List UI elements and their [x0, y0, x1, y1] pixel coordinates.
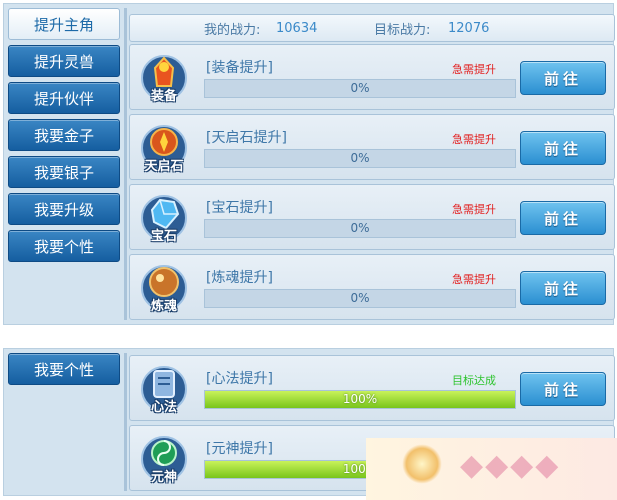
mind-method-icon-label: 心法	[150, 400, 177, 415]
upgrade-row-mind-method: 心法 [心法提升] 目标达成 100% 前往	[129, 355, 615, 421]
my-power-value: 10634	[276, 20, 318, 36]
progress-bar: 0%	[204, 149, 516, 168]
soul-refine-icon: 炼魂	[140, 260, 188, 314]
upgrade-row-soul-refine: 炼魂 [炼魂提升] 急需提升 0% 前往	[129, 254, 615, 320]
watermark-logo: ◆◆◆◆	[460, 448, 561, 483]
progress-bar: 0%	[204, 289, 516, 308]
combat-power-bar: 我的战力: 10634 目标战力: 12076	[129, 14, 615, 42]
watermark-glow	[402, 444, 442, 484]
tianqi-stone-icon-label: 天启石	[144, 159, 184, 174]
progress-text: 0%	[350, 291, 370, 305]
sidebar-item-level-up[interactable]: 我要升级	[8, 193, 120, 225]
status-badge: 急需提升	[452, 133, 496, 146]
progress-bar: 100%	[204, 390, 516, 409]
upgrade-row-tianqi-stone: 天启石 [天启石提升] 急需提升 0% 前往	[129, 114, 615, 180]
go-button[interactable]: 前往	[520, 372, 606, 406]
progress-text: 100%	[342, 392, 378, 406]
panel-divider	[124, 353, 127, 491]
row-title: [宝石提升]	[206, 200, 273, 216]
mind-method-icon: 心法	[140, 361, 188, 415]
row-title: [装备提升]	[206, 60, 273, 76]
my-power-label: 我的战力:	[204, 22, 261, 38]
gem-icon: 宝石	[140, 190, 188, 244]
go-button[interactable]: 前往	[520, 61, 606, 95]
primal-spirit-icon: 元神	[140, 431, 188, 485]
target-power-label: 目标战力:	[374, 22, 431, 38]
status-badge: 急需提升	[452, 203, 496, 216]
top-panel: 提升主角 提升灵兽 提升伙伴 我要金子 我要银子 我要升级 我要个性 我的战力:…	[3, 3, 615, 325]
panel-divider	[124, 8, 127, 320]
row-title: [元神提升]	[206, 441, 273, 457]
sidebar-top: 提升主角 提升灵兽 提升伙伴 我要金子 我要银子 我要升级 我要个性	[8, 8, 120, 267]
sidebar-item-upgrade-partner[interactable]: 提升伙伴	[8, 82, 120, 114]
equipment-icon: 装备	[140, 50, 188, 104]
sidebar-item-get-silver[interactable]: 我要银子	[8, 156, 120, 188]
sidebar-item-upgrade-hero[interactable]: 提升主角	[8, 8, 120, 40]
sidebar-bottom: 我要个性	[8, 353, 120, 390]
soul-refine-icon-label: 炼魂	[150, 299, 177, 314]
status-badge: 急需提升	[452, 273, 496, 286]
gem-icon-label: 宝石	[150, 229, 177, 244]
tianqi-stone-icon: 天启石	[140, 120, 188, 174]
progress-bar: 0%	[204, 219, 516, 238]
target-power-value: 12076	[448, 20, 490, 36]
watermark-overlay: ◆◆◆◆	[366, 438, 617, 500]
sidebar-item-get-gold[interactable]: 我要金子	[8, 119, 120, 151]
sidebar-item-personality[interactable]: 我要个性	[8, 230, 120, 262]
primal-spirit-icon-label: 元神	[150, 470, 177, 485]
row-title: [炼魂提升]	[206, 270, 273, 286]
progress-text: 0%	[350, 151, 370, 165]
status-badge: 目标达成	[452, 374, 496, 387]
progress-text: 0%	[350, 81, 370, 95]
go-button[interactable]: 前往	[520, 271, 606, 305]
equipment-icon-label: 装备	[150, 89, 177, 104]
progress-text: 0%	[350, 221, 370, 235]
go-button[interactable]: 前往	[520, 201, 606, 235]
status-badge: 急需提升	[452, 63, 496, 76]
row-title: [心法提升]	[206, 371, 273, 387]
progress-bar: 0%	[204, 79, 516, 98]
upgrade-row-gem: 宝石 [宝石提升] 急需提升 0% 前往	[129, 184, 615, 250]
upgrade-row-equipment: 装备 [装备提升] 急需提升 0% 前往	[129, 44, 615, 110]
row-title: [天启石提升]	[206, 130, 287, 146]
go-button[interactable]: 前往	[520, 131, 606, 165]
sidebar-item-upgrade-beast[interactable]: 提升灵兽	[8, 45, 120, 77]
sidebar-item-personality[interactable]: 我要个性	[8, 353, 120, 385]
